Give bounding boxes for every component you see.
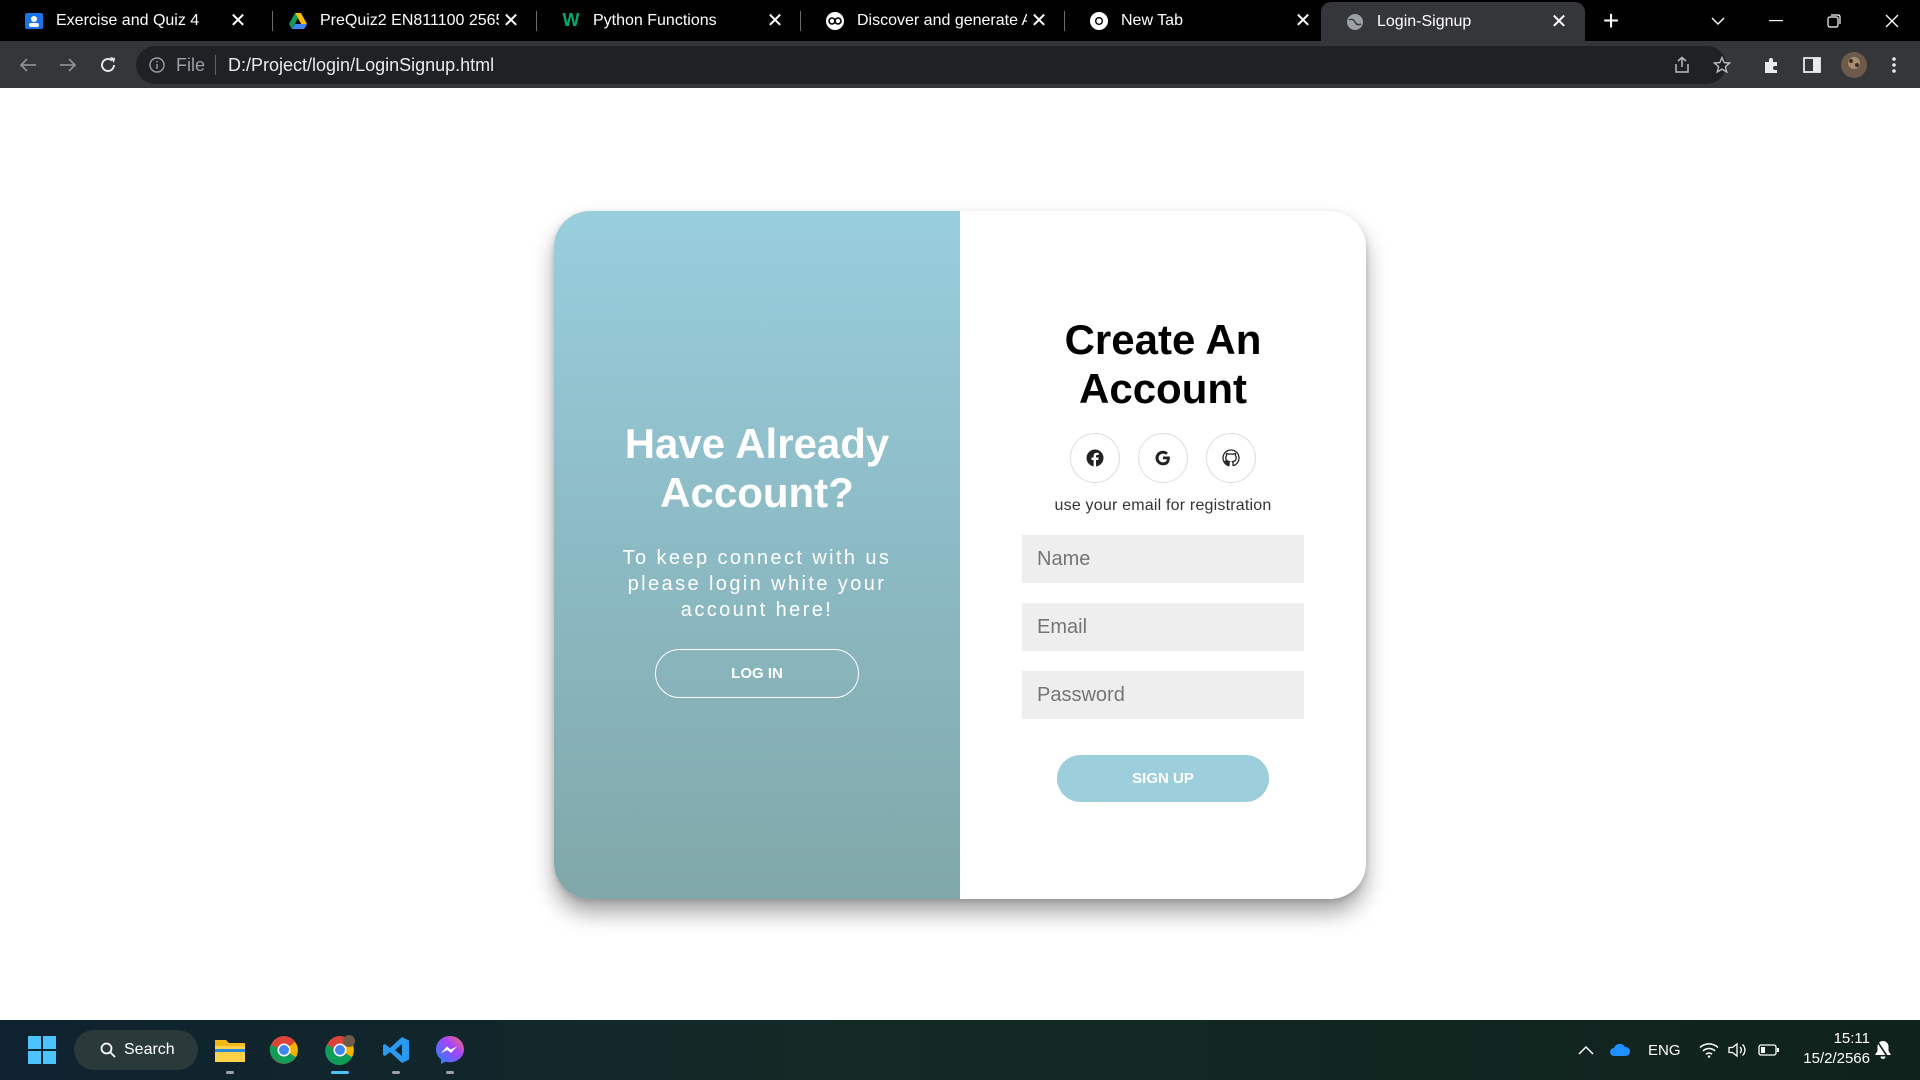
tab-exercise-quiz[interactable]: Exercise and Quiz 4 ✕ [0, 0, 264, 41]
profile-avatar[interactable] [1838, 49, 1870, 81]
taskbar-search[interactable]: Search [74, 1030, 198, 1070]
search-icon [100, 1042, 116, 1058]
signup-button[interactable]: SIGN UP [1057, 755, 1269, 802]
tab-login-signup[interactable]: Login-Signup ✕ [1321, 2, 1585, 41]
signup-heading: Create An Account [1064, 316, 1262, 412]
close-icon[interactable]: ✕ [499, 9, 523, 33]
globe-icon [1345, 12, 1365, 32]
reload-icon[interactable] [92, 49, 124, 81]
url-text[interactable]: D:/Project/login/LoginSignup.html [228, 55, 494, 76]
tab-title: New Tab [1121, 11, 1183, 29]
google-icon[interactable] [1138, 433, 1188, 483]
onedrive-cloud-icon[interactable] [1609, 1020, 1631, 1080]
browser-toolbar: File D:/Project/login/LoginSignup.html [0, 41, 1920, 88]
language-indicator[interactable]: ENG [1648, 1020, 1681, 1080]
tab-ai-art[interactable]: Discover and generate AI Art ✕ [801, 0, 1065, 41]
google-drive-icon [288, 11, 308, 31]
share-icon[interactable] [1666, 49, 1698, 81]
password-field[interactable]: Password [1022, 671, 1304, 719]
active-indicator [331, 1071, 349, 1074]
login-signup-card: Have Already Account? To keep connect wi… [554, 211, 1366, 899]
tab-title: Discover and generate AI Art [857, 11, 1027, 29]
tab-prequiz2[interactable]: PreQuiz2 EN811100 2565_2 ✕ [264, 0, 537, 41]
wifi-icon[interactable] [1699, 1020, 1719, 1080]
chrome-icon[interactable] [264, 1030, 304, 1070]
classroom-icon [24, 11, 44, 31]
login-button[interactable]: LOG IN [655, 649, 859, 698]
address-bar[interactable]: File D:/Project/login/LoginSignup.html [136, 46, 1726, 84]
tab-title: PreQuiz2 EN811100 2565_2 [320, 11, 499, 29]
messenger-icon[interactable] [430, 1030, 470, 1074]
url-divider [215, 55, 217, 75]
menu-kebab-icon[interactable] [1878, 49, 1910, 81]
close-icon[interactable]: ✕ [1547, 10, 1571, 34]
email-field[interactable]: Email [1022, 603, 1304, 651]
close-icon[interactable]: ✕ [226, 9, 250, 33]
tab-title: Login-Signup [1377, 12, 1472, 30]
windows-start-icon[interactable] [22, 1030, 62, 1070]
close-icon[interactable]: ✕ [1027, 9, 1051, 33]
extensions-puzzle-icon[interactable] [1756, 49, 1788, 81]
clock-date: 15/2/2566 [1803, 1050, 1870, 1067]
browser-tab-strip: Exercise and Quiz 4 ✕ PreQuiz2 EN811100 … [0, 0, 1920, 41]
windows-taskbar: Search ENG 15:11 15/2/2566 [0, 1020, 1920, 1080]
system-clock[interactable]: 15:11 15/2/2566 [1803, 1029, 1870, 1069]
clock-time: 15:11 [1833, 1030, 1870, 1047]
close-icon[interactable]: ✕ [1291, 9, 1315, 33]
overlay-heading: Have Already Account? [624, 420, 890, 516]
forward-arrow-icon[interactable] [52, 49, 84, 81]
back-arrow-icon[interactable] [12, 49, 44, 81]
close-window-button[interactable] [1864, 0, 1920, 41]
tray-overflow-chevron-icon[interactable] [1578, 1020, 1594, 1080]
side-panel-icon[interactable] [1796, 49, 1828, 81]
tab-title: Exercise and Quiz 4 [56, 11, 200, 29]
volume-icon[interactable] [1728, 1020, 1748, 1080]
file-explorer-icon[interactable] [210, 1030, 250, 1074]
tab-new-tab[interactable]: New Tab ✕ [1065, 0, 1329, 41]
chrome-profile-icon[interactable] [320, 1030, 360, 1074]
ai-art-site-icon [825, 11, 845, 31]
running-indicator [392, 1071, 400, 1074]
close-icon[interactable]: ✕ [763, 9, 787, 33]
minimize-button[interactable] [1748, 0, 1804, 41]
signup-form: Create An Account use your email for reg… [960, 211, 1366, 899]
search-label: Search [124, 1041, 175, 1058]
tab-python-functions[interactable]: W Python Functions ✕ [537, 0, 801, 41]
restore-button[interactable] [1806, 0, 1862, 41]
running-indicator [226, 1071, 234, 1074]
vscode-icon[interactable] [376, 1030, 416, 1074]
social-links [1070, 433, 1256, 483]
tab-title: Python Functions [593, 11, 717, 29]
info-icon[interactable] [148, 56, 166, 74]
overlay-text: To keep connect with us please login whi… [622, 547, 892, 621]
name-field[interactable]: Name [1022, 535, 1304, 583]
w3schools-icon: W [562, 10, 580, 30]
tab-search-chevron-icon[interactable] [1690, 0, 1746, 41]
running-indicator [446, 1071, 454, 1074]
overlay-panel: Have Already Account? To keep connect wi… [554, 211, 960, 899]
new-tab-button[interactable]: + [1596, 5, 1626, 36]
bookmark-star-icon[interactable] [1706, 49, 1738, 81]
battery-icon[interactable] [1758, 1020, 1780, 1080]
facebook-icon[interactable] [1070, 433, 1120, 483]
notification-bell-icon[interactable] [1874, 1020, 1892, 1080]
chrome-icon [1089, 11, 1109, 31]
registration-hint: use your email for registration [1054, 497, 1272, 514]
url-scheme-label: File [176, 54, 206, 75]
github-icon[interactable] [1206, 433, 1256, 483]
